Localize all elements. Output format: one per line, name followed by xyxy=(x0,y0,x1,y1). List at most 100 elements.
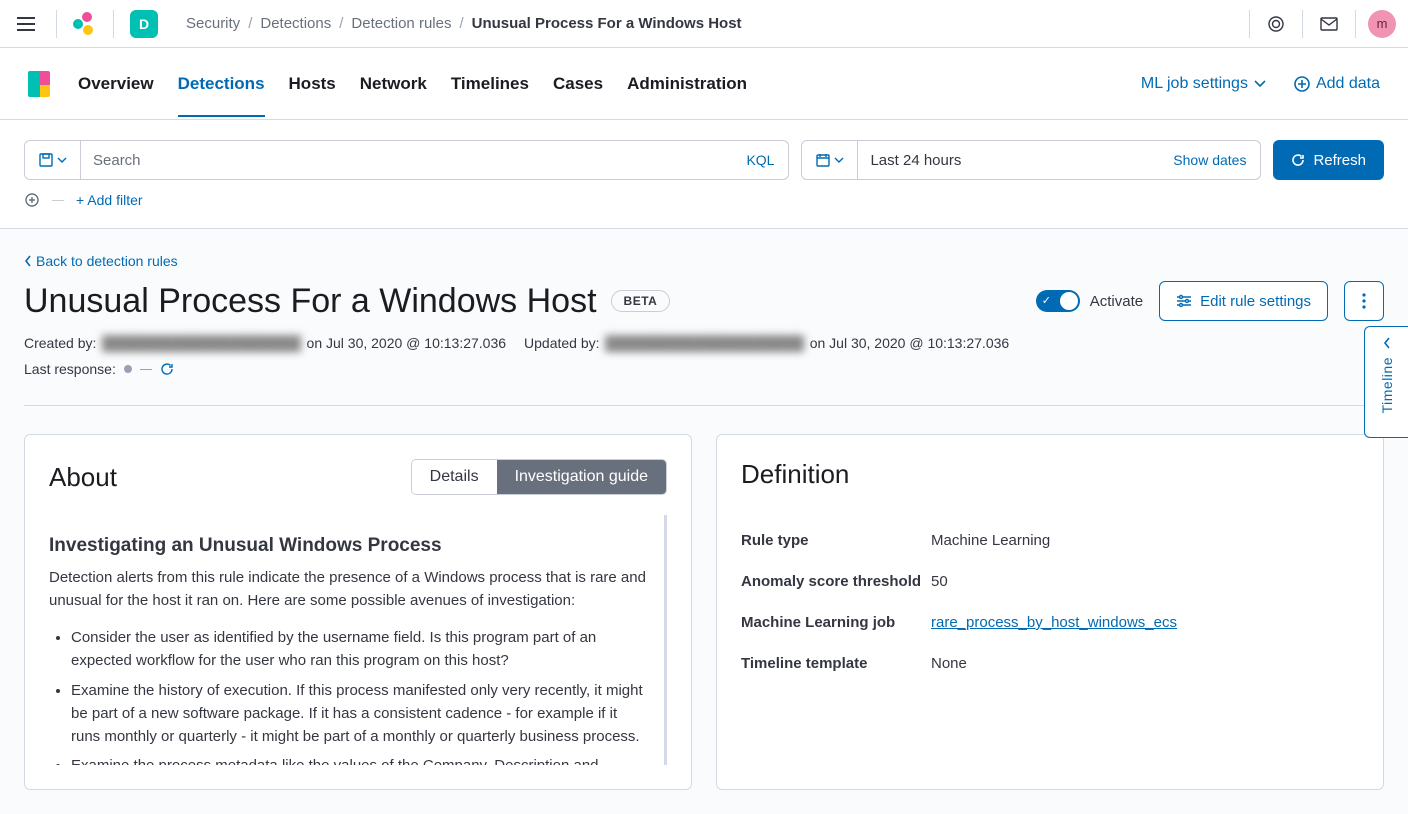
chevron-down-icon xyxy=(834,157,844,163)
breadcrumb-sep: / xyxy=(248,15,252,32)
show-dates-link[interactable]: Show dates xyxy=(1159,141,1260,179)
chevron-down-icon xyxy=(1254,80,1266,88)
guide-list: Consider the user as identified by the u… xyxy=(49,626,650,765)
tab-timelines[interactable]: Timelines xyxy=(451,52,529,116)
tab-cases[interactable]: Cases xyxy=(553,52,603,116)
created-by: Created by: ████████████████████ on Jul … xyxy=(24,335,506,351)
activate-label: Activate xyxy=(1090,293,1143,310)
global-header: D Security / Detections / Detection rule… xyxy=(0,0,1408,48)
app-nav: Overview Detections Hosts Network Timeli… xyxy=(0,48,1408,120)
add-filter-link[interactable]: + Add filter xyxy=(76,192,143,208)
divider xyxy=(1302,10,1303,38)
tab-hosts[interactable]: Hosts xyxy=(289,52,336,116)
filter-divider xyxy=(52,200,64,201)
space-selector[interactable]: D xyxy=(130,10,158,38)
tab-overview[interactable]: Overview xyxy=(78,52,154,116)
date-range-label[interactable]: Last 24 hours xyxy=(858,141,1159,179)
definition-list: Rule type Machine Learning Anomaly score… xyxy=(741,520,1359,684)
breadcrumb-sep: / xyxy=(459,15,463,32)
breadcrumb-item[interactable]: Detections xyxy=(260,15,331,32)
filter-icon[interactable] xyxy=(24,192,40,208)
status-dash xyxy=(140,369,152,370)
title-row: Unusual Process For a Windows Host BETA … xyxy=(24,281,1384,321)
refresh-icon[interactable] xyxy=(160,362,174,376)
tab-detections[interactable]: Detections xyxy=(178,52,265,116)
def-value: None xyxy=(931,655,967,672)
rule-meta: Created by: ████████████████████ on Jul … xyxy=(24,335,1384,351)
panels: About Details Investigation guide Invest… xyxy=(24,434,1384,790)
tab-investigation-guide[interactable]: Investigation guide xyxy=(497,460,666,494)
refresh-button[interactable]: Refresh xyxy=(1273,140,1384,180)
title-actions: ✓ Activate Edit rule settings xyxy=(1036,281,1384,321)
def-value: Machine Learning xyxy=(931,532,1050,549)
activate-toggle[interactable]: ✓ xyxy=(1036,290,1080,312)
page-body: Back to detection rules Unusual Process … xyxy=(0,229,1408,814)
security-logo xyxy=(28,71,50,97)
switch-knob xyxy=(1060,292,1078,310)
last-response-label: Last response: xyxy=(24,361,116,377)
timeline-flyout-toggle[interactable]: Timeline xyxy=(1364,326,1408,438)
header-right: m xyxy=(1237,10,1396,38)
add-data-label: Add data xyxy=(1316,75,1380,93)
menu-icon[interactable] xyxy=(12,10,40,38)
def-row-ml-job: Machine Learning job rare_process_by_hos… xyxy=(741,602,1359,643)
status-dot xyxy=(124,365,132,373)
page-title: Unusual Process For a Windows Host xyxy=(24,282,597,321)
back-link[interactable]: Back to detection rules xyxy=(24,253,1384,269)
add-data-link[interactable]: Add data xyxy=(1294,75,1380,93)
search-group: KQL xyxy=(24,140,789,180)
divider xyxy=(56,10,57,38)
tab-administration[interactable]: Administration xyxy=(627,52,747,116)
header-left: D Security / Detections / Detection rule… xyxy=(12,10,742,38)
check-icon: ✓ xyxy=(1042,294,1051,307)
definition-panel: Definition Rule type Machine Learning An… xyxy=(716,434,1384,790)
edit-rule-button[interactable]: Edit rule settings xyxy=(1159,281,1328,321)
about-header: About Details Investigation guide xyxy=(49,459,667,495)
calendar-icon xyxy=(816,153,830,167)
breadcrumb-item[interactable]: Security xyxy=(186,15,240,32)
guide-heading: Investigating an Unusual Windows Process xyxy=(49,535,650,557)
about-tabs: Details Investigation guide xyxy=(411,459,667,495)
guide-content[interactable]: Investigating an Unusual Windows Process… xyxy=(49,515,667,765)
newsfeed-icon[interactable] xyxy=(1262,10,1290,38)
updated-by: Updated by: ████████████████████ on Jul … xyxy=(524,335,1009,351)
refresh-icon xyxy=(1291,153,1305,167)
plus-circle-icon xyxy=(1294,76,1310,92)
edit-rule-label: Edit rule settings xyxy=(1200,293,1311,310)
divider xyxy=(1355,10,1356,38)
chevron-left-icon xyxy=(24,255,32,267)
app-tabs: Overview Detections Hosts Network Timeli… xyxy=(78,52,747,116)
tab-details[interactable]: Details xyxy=(412,460,497,494)
ml-job-settings[interactable]: ML job settings xyxy=(1141,75,1266,93)
user-avatar[interactable]: m xyxy=(1368,10,1396,38)
def-row-anomaly: Anomaly score threshold 50 xyxy=(741,561,1359,602)
def-value-link[interactable]: rare_process_by_host_windows_ecs xyxy=(931,614,1177,631)
tab-network[interactable]: Network xyxy=(360,52,427,116)
created-on: on Jul 30, 2020 @ 10:13:27.036 xyxy=(307,335,506,351)
breadcrumb-item[interactable]: Detection rules xyxy=(351,15,451,32)
search-input[interactable] xyxy=(81,141,732,179)
updated-on: on Jul 30, 2020 @ 10:13:27.036 xyxy=(810,335,1009,351)
rule-actions-menu[interactable] xyxy=(1344,281,1384,321)
saved-query-button[interactable] xyxy=(25,141,81,179)
breadcrumb-sep: / xyxy=(339,15,343,32)
kql-toggle[interactable]: KQL xyxy=(732,141,788,179)
def-label: Machine Learning job xyxy=(741,614,931,631)
disk-icon xyxy=(39,153,53,167)
breadcrumb-current: Unusual Process For a Windows Host xyxy=(472,15,742,32)
updated-by-user: ████████████████████ xyxy=(603,335,805,351)
date-quick-select[interactable] xyxy=(802,141,858,179)
timeline-flyout-label: Timeline xyxy=(1379,357,1395,413)
mail-icon[interactable] xyxy=(1315,10,1343,38)
def-row-rule-type: Rule type Machine Learning xyxy=(741,520,1359,561)
more-vertical-icon xyxy=(1362,293,1366,309)
def-label: Timeline template xyxy=(741,655,931,672)
definition-title: Definition xyxy=(741,459,1359,490)
created-by-label: Created by: xyxy=(24,335,96,351)
back-link-label: Back to detection rules xyxy=(36,253,178,269)
guide-intro: Detection alerts from this rule indicate… xyxy=(49,567,650,612)
breadcrumb: Security / Detections / Detection rules … xyxy=(186,15,742,32)
created-by-user: ████████████████████ xyxy=(100,335,302,351)
elastic-logo[interactable] xyxy=(73,12,97,36)
beta-badge: BETA xyxy=(611,290,671,312)
